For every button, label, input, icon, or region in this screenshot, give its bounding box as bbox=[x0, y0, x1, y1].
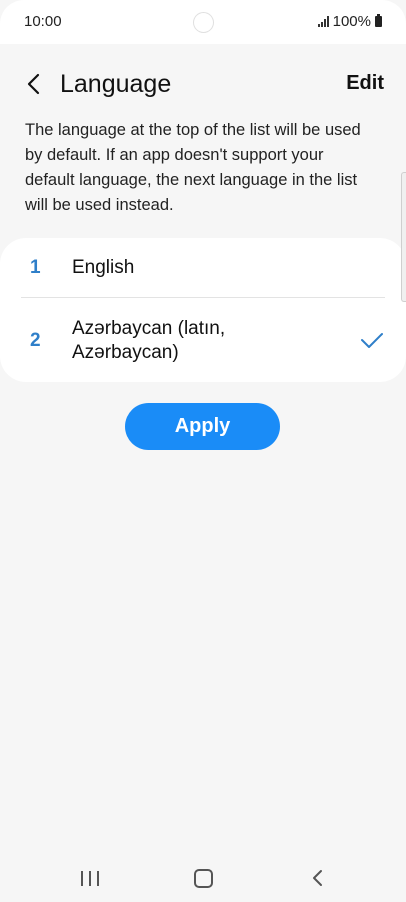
language-item-azerbaijani[interactable]: 2 Azərbaycan (latın, Azərbaycan) bbox=[0, 298, 406, 382]
page-title: Language bbox=[60, 70, 172, 98]
home-icon[interactable] bbox=[194, 869, 213, 888]
language-description: The language at the top of the list will… bbox=[25, 121, 361, 214]
chevron-left-icon bbox=[27, 73, 40, 95]
language-number: 1 bbox=[30, 257, 41, 278]
back-icon[interactable] bbox=[308, 868, 328, 888]
language-item-english[interactable]: 1 English bbox=[0, 238, 406, 297]
apply-button[interactable]: Apply bbox=[125, 403, 280, 450]
back-button[interactable] bbox=[20, 70, 48, 98]
app-header: Language Edit bbox=[0, 60, 406, 110]
edit-button[interactable]: Edit bbox=[346, 72, 384, 95]
status-indicators: 100% bbox=[317, 13, 382, 30]
battery-percent: 100% bbox=[332, 13, 371, 30]
language-number: 2 bbox=[30, 330, 41, 351]
navigation-bar bbox=[0, 852, 406, 902]
status-time: 10:00 bbox=[24, 13, 62, 30]
language-name: Azərbaycan (latın, Azərbaycan) bbox=[72, 318, 226, 363]
battery-icon bbox=[375, 14, 382, 27]
scroll-indicator[interactable] bbox=[401, 172, 406, 302]
signal-icon bbox=[317, 16, 329, 27]
language-list: 1 English 2 Azərbaycan (latın, Azərbayca… bbox=[0, 238, 406, 382]
status-bar: 10:00 100% bbox=[0, 0, 406, 44]
language-name: English bbox=[72, 257, 135, 278]
check-icon bbox=[361, 333, 383, 348]
camera-cutout bbox=[193, 12, 214, 33]
recents-icon[interactable] bbox=[81, 871, 99, 886]
